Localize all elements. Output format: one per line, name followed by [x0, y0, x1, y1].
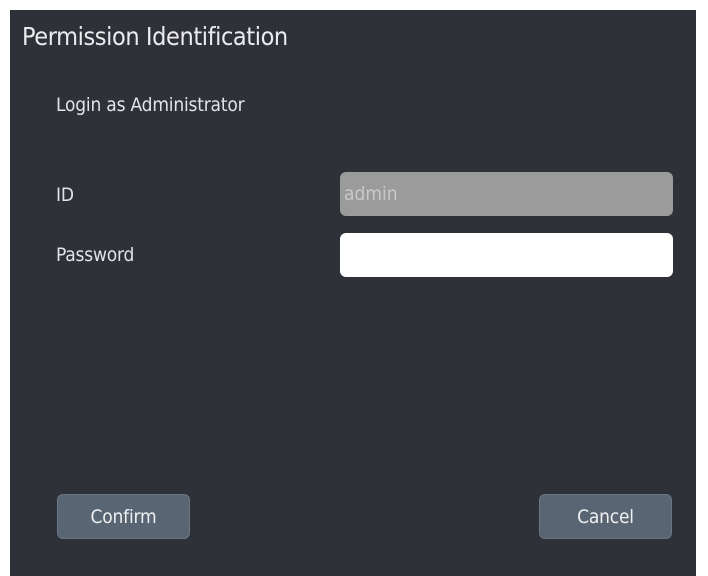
permission-dialog: Permission Identification Login as Admin… — [10, 10, 696, 576]
password-label: Password — [56, 244, 135, 266]
id-label: ID — [56, 184, 74, 206]
dialog-title: Permission Identification — [22, 22, 288, 51]
dialog-subtitle: Login as Administrator — [56, 94, 245, 116]
id-field — [340, 172, 673, 216]
password-field[interactable] — [340, 233, 673, 277]
cancel-button[interactable]: Cancel — [539, 494, 672, 539]
confirm-button[interactable]: Confirm — [57, 494, 190, 539]
